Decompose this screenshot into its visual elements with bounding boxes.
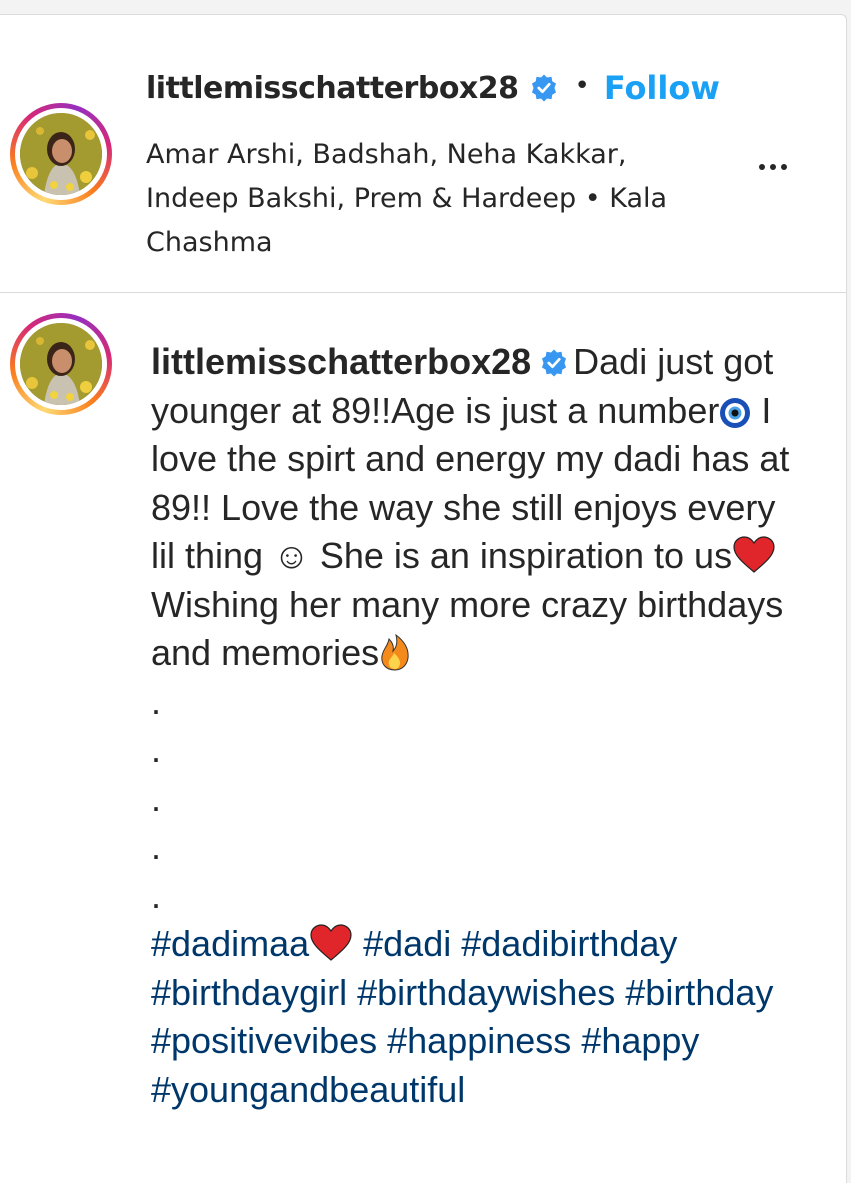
hashtag-list: #dadimaa #dadi #dadibirthday #birthdaygi… (151, 920, 791, 1114)
caption-paragraph-2: Wishing her many more crazy birthdays an… (151, 581, 791, 678)
caption-verified-badge-icon (542, 349, 567, 377)
hashtag-link[interactable]: #birthdaywishes (357, 972, 615, 1013)
header-separator: • (574, 71, 590, 101)
hashtag-link[interactable]: #dadi (363, 923, 451, 964)
avatar-frame (15, 108, 107, 200)
caption-text: littlemisschatterbox28 Dadi just got youn… (151, 338, 791, 1114)
hashtag-link[interactable]: #happy (581, 1020, 699, 1061)
caption-avatar[interactable] (20, 323, 102, 405)
more-dot (770, 164, 776, 170)
fire-icon (381, 633, 409, 671)
header-title-row: littlemisschatterbox28 • Follow (146, 68, 720, 108)
post-card: littlemisschatterbox28 • Follow Amar Ars… (0, 14, 847, 1183)
caption-dot: . (151, 874, 162, 916)
hashtag-link[interactable]: #birthdaygirl (151, 972, 347, 1013)
header-username[interactable]: littlemisschatterbox28 (146, 71, 519, 106)
caption-avatar-frame (15, 318, 107, 410)
caption-story-ring[interactable] (10, 313, 112, 415)
hashtag-link[interactable]: #dadimaa (151, 923, 309, 964)
hashtag-link[interactable]: #youngandbeautiful (151, 1069, 465, 1110)
caption-dot: . (151, 729, 162, 770)
avatar[interactable] (20, 113, 102, 195)
caption-text-part-3: Wishing her many more crazy birthdays an… (151, 583, 784, 674)
post-header: littlemisschatterbox28 • Follow Amar Ars… (0, 15, 846, 293)
audio-attribution[interactable]: Amar Arshi, Badshah, Neha Kakkar, Indeep… (146, 133, 706, 265)
story-ring[interactable] (10, 103, 112, 205)
hashtag-link[interactable]: #happiness (387, 1020, 571, 1061)
red-heart-icon (310, 924, 352, 961)
caption-dots: . . . . . (151, 678, 791, 921)
caption-paragraph-1: littlemisschatterbox28 Dadi just got youn… (151, 338, 791, 581)
hashtag-link[interactable]: #dadibirthday (461, 923, 677, 964)
caption-avatar-photo (20, 323, 102, 405)
follow-button[interactable]: Follow (604, 69, 720, 107)
caption-dot: . (151, 826, 162, 867)
verified-badge-icon (531, 74, 556, 102)
more-dot (781, 164, 787, 170)
avatar-photo (20, 113, 102, 195)
caption-username[interactable]: littlemisschatterbox28 (151, 341, 531, 382)
hashtag-link[interactable]: #positivevibes (151, 1020, 377, 1061)
red-heart-icon (733, 536, 775, 573)
more-dot (759, 164, 765, 170)
hashtag-link[interactable]: #birthday (625, 972, 773, 1013)
caption-dot: . (151, 777, 162, 819)
nazar-amulet-icon (720, 397, 751, 428)
caption-dot: . (151, 680, 162, 722)
more-options-icon[interactable] (748, 147, 798, 187)
